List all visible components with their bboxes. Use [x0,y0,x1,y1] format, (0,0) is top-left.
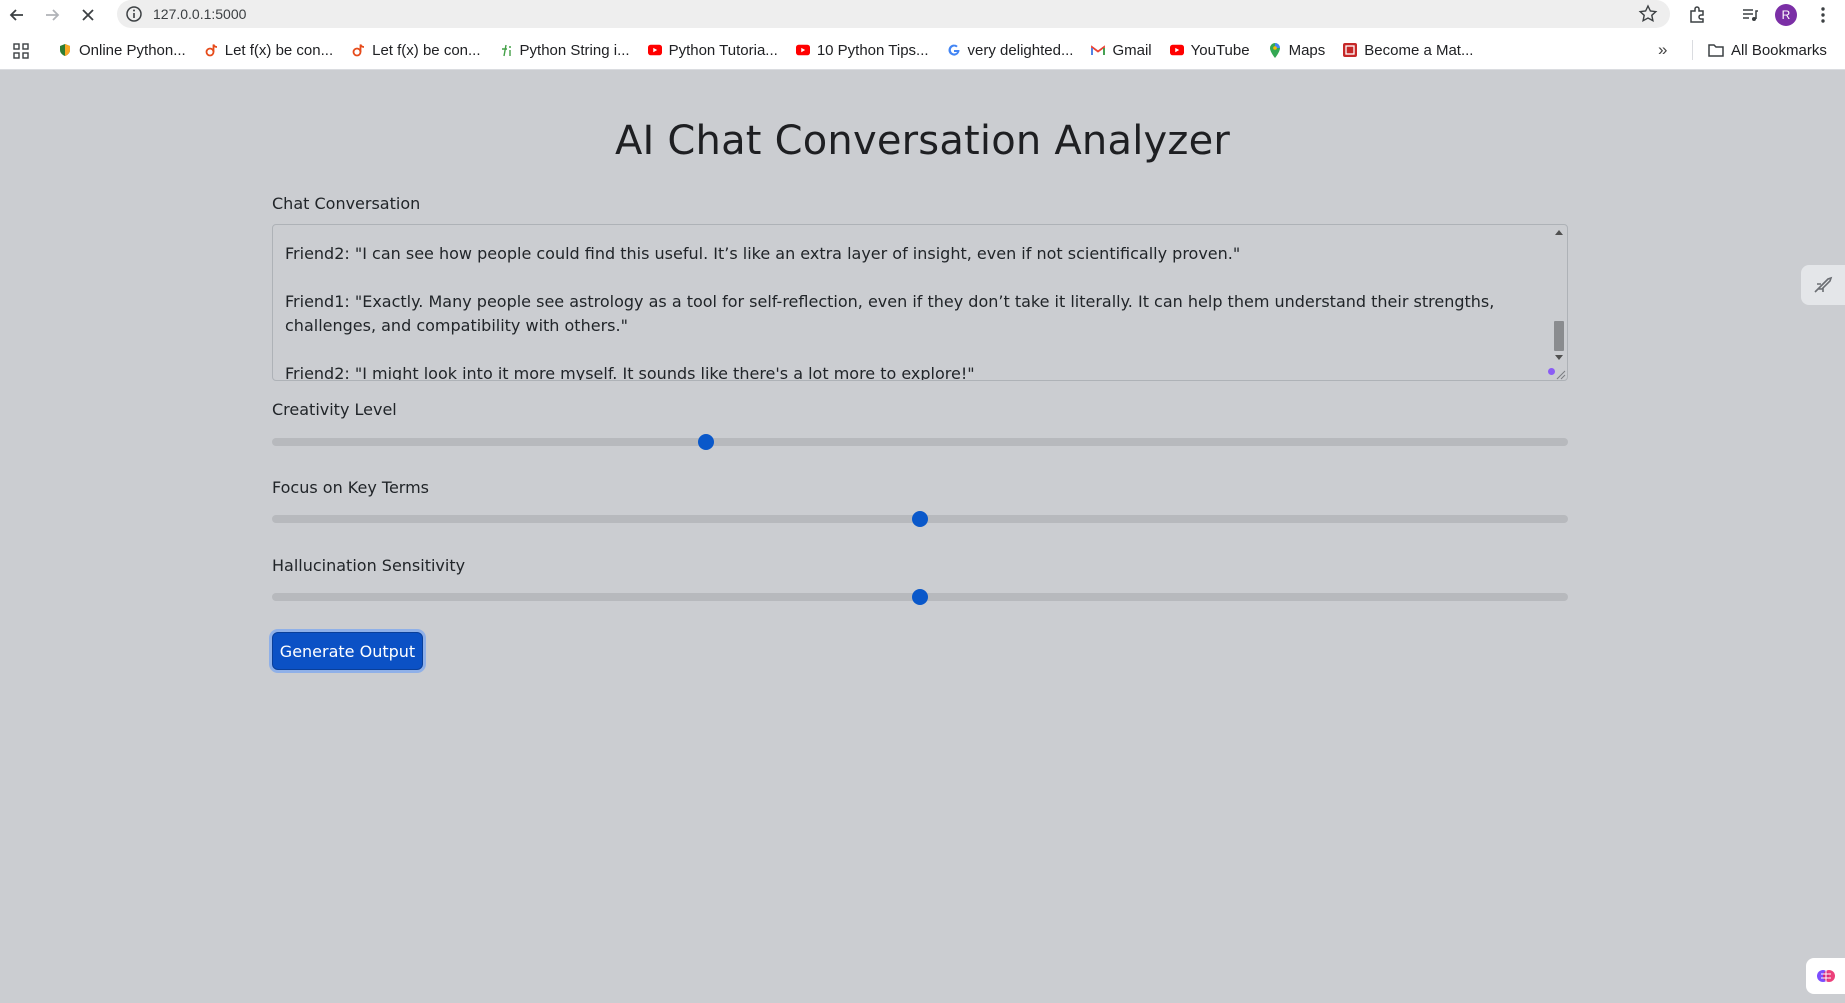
youtube-icon [795,43,810,57]
bookmark-item[interactable]: Gmail [1091,41,1152,59]
chat-line: Friend2: "I can see how people could fin… [285,244,1241,263]
slider-thumb[interactable] [698,434,715,450]
generate-output-button[interactable]: Generate Output [272,632,423,670]
apps-grid-icon[interactable] [13,43,29,63]
extensions-button[interactable] [1685,3,1709,27]
back-button[interactable] [5,3,29,27]
maps-icon [1268,42,1282,58]
close-icon [82,9,94,21]
focus-key-terms-slider[interactable] [272,511,1568,527]
tiktok-icon [204,43,218,57]
media-control-button[interactable] [1738,3,1762,27]
page-title: AI Chat Conversation Analyzer [614,118,1231,164]
stop-loading-button[interactable] [76,3,100,27]
creativity-level-label: Creativity Level [272,400,397,419]
assistant-widget-button[interactable] [1806,958,1845,994]
fi-icon [499,43,513,57]
brain-icon [1816,970,1835,982]
browser-menu-button[interactable] [1811,3,1835,27]
youtube-icon [647,43,662,57]
bookmark-label: Python Tutoria... [668,41,778,59]
bookmark-label: YouTube [1190,41,1250,59]
puzzle-icon [1690,6,1704,23]
back-arrow-icon [9,9,23,21]
chat-text[interactable]: Friend2: "I can see how people could fin… [285,242,1535,381]
bookmark-item[interactable]: Let f(x) be con... [204,42,333,59]
focus-key-terms-label: Focus on Key Terms [272,478,430,497]
hallucination-sensitivity-label: Hallucination Sensitivity [272,556,466,575]
bookmark-item[interactable]: Python String i... [499,42,630,59]
all-bookmarks-label: All Bookmarks [1731,41,1827,59]
shield-icon [58,43,72,57]
bookmark-list: Online Python... Let f(x) be con... Let … [58,30,1491,70]
profile-avatar[interactable]: R [1775,4,1797,26]
bookmark-label: Become a Mat... [1364,41,1474,59]
chat-line: Friend2: "I might look into it more myse… [285,364,975,381]
folder-icon [1708,44,1724,57]
gmail-icon [1091,43,1106,57]
creativity-level-slider[interactable] [272,434,1568,450]
address-bar[interactable]: 127.0.0.1:5000 [117,0,1670,28]
bookmarks-divider [1692,40,1693,60]
slider-thumb[interactable] [912,589,928,605]
bookmark-label: 10 Python Tips... [816,41,929,59]
bookmarks-bar: Online Python... Let f(x) be con... Let … [0,30,1845,70]
scroll-down-arrow-icon[interactable] [1555,355,1563,360]
bookmark-label: Gmail [1112,41,1152,59]
bookmark-label: Let f(x) be con... [224,41,334,59]
scroll-thumb[interactable] [1554,321,1564,351]
bookmark-item[interactable]: Become a Mat... [1343,42,1473,59]
chat-conversation-textarea[interactable]: Friend2: "I can see how people could fin… [272,224,1568,381]
bookmark-item[interactable]: 10 Python Tips... [795,41,929,59]
chat-line: Friend1: "Exactly. Many people see astro… [285,292,1495,335]
youtube-icon [1169,43,1184,57]
bookmark-star-icon[interactable] [1638,4,1658,28]
resize-handle-icon[interactable] [1556,370,1566,380]
chat-conversation-label: Chat Conversation [272,194,421,213]
browser-toolbar: 127.0.0.1:5000 R [0,0,1845,30]
site-info-icon[interactable] [125,5,143,27]
textarea-scrollbar[interactable] [1552,226,1566,379]
bookmark-label: Let f(x) be con... [372,41,481,59]
playlist-icon [1743,9,1758,21]
bookmark-item[interactable]: Maps [1268,41,1326,59]
bookmark-label: Online Python... [79,41,186,59]
bookmark-red-icon [1343,43,1358,57]
forward-arrow-icon [46,9,60,21]
bookmark-item[interactable]: Python Tutoria... [647,41,778,59]
slider-thumb[interactable] [912,511,928,527]
tiktok-icon [351,43,365,57]
bookmark-item[interactable]: very delighted... [947,41,1074,59]
hallucination-sensitivity-slider[interactable] [272,589,1568,605]
bookmark-item[interactable]: YouTube [1169,41,1250,59]
bookmark-item[interactable]: Let f(x) be con... [351,41,481,59]
bookmark-item[interactable]: Online Python... [58,42,186,59]
bookmark-label: Python String i... [519,41,630,59]
google-icon [947,43,961,57]
all-bookmarks-button[interactable]: All Bookmarks [1708,30,1827,70]
side-extension-tab[interactable] [1801,265,1845,305]
bookmark-label: Maps [1288,41,1326,59]
url-text[interactable]: 127.0.0.1:5000 [153,6,246,22]
rocket-icon [1814,276,1833,293]
slider-track[interactable] [272,438,1568,446]
bookmark-label: very delighted... [967,41,1074,59]
grammar-extension-dot[interactable] [1548,368,1555,375]
scroll-up-arrow-icon[interactable] [1555,230,1563,235]
forward-button[interactable] [40,3,64,27]
more-bookmarks-button[interactable]: » [1658,40,1667,60]
kebab-menu-icon [1821,7,1825,23]
